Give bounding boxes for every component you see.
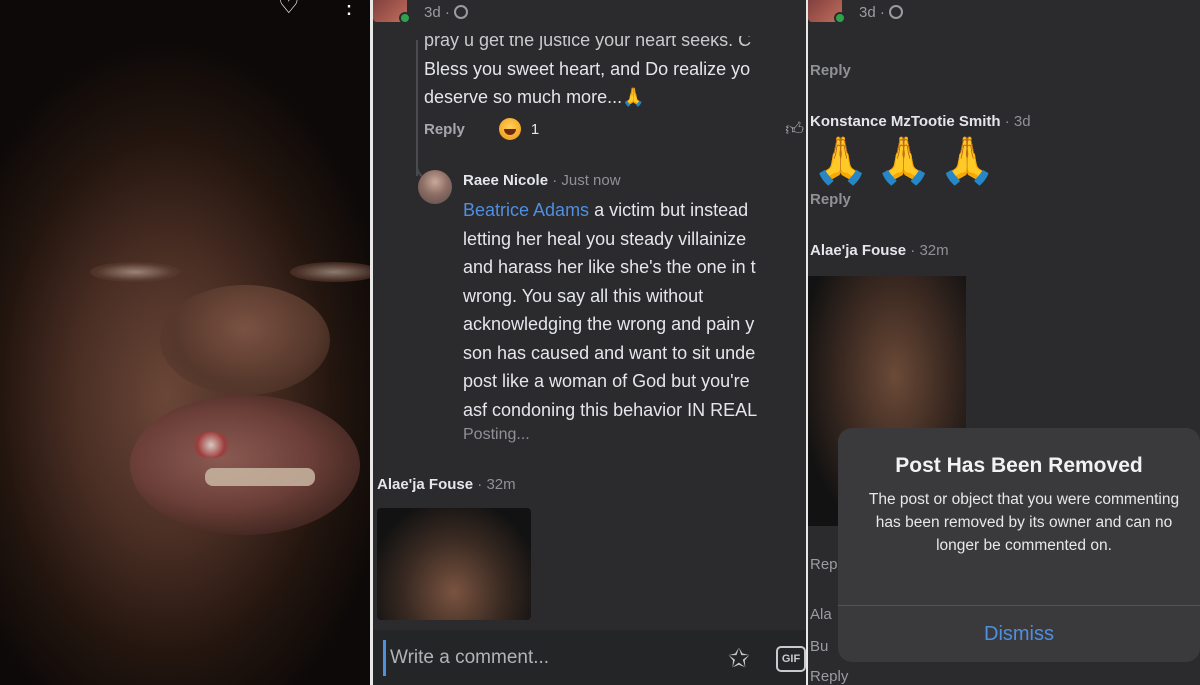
post-time: 3d · [424,3,450,21]
text-fragment: Bu [810,638,829,655]
text-fragment: Reply [810,668,849,685]
comment-text-cut: pray u get the justice your heart seeks.… [424,30,752,50]
laugh-reaction-icon[interactable] [498,118,521,140]
like-icon[interactable]: 👍︎ [785,118,804,140]
comment-text-line: and harass her like she's the one in t [463,257,756,277]
comment-actions: Reply 1 [424,118,539,140]
post-meta: 3d · [808,0,903,24]
comment-author[interactable]: Alae'ja Fouse [810,242,906,259]
post-meta: 3d · [373,0,468,24]
post-time: 3d · [859,3,885,21]
comments-panel: 3d · pray u get the justice your heart s… [373,0,806,685]
comment-text-line: asf condoning this behavior IN REAL [463,399,758,420]
comment-text-line: wrong. You say all this without [463,285,704,306]
reply-button[interactable]: Reply [424,121,465,138]
comment-time: · 32m [473,476,516,493]
comment-header: Alae'ja Fouse · 32m [377,476,516,493]
sticker-icon[interactable]: ✩ [728,643,750,674]
heart-icon[interactable]: ♡ [278,0,304,18]
photo-teeth [205,468,315,486]
comment-header: Konstance MzTootie Smith · 3d [810,113,1031,130]
comment-image[interactable] [377,508,531,620]
reaction-count: 1 [530,120,540,138]
comment-author[interactable]: Konstance MzTootie Smith [810,113,1001,130]
photo-lip [130,395,360,535]
comment-text-line: a victim but instead [589,200,749,220]
photo-nose [160,285,330,395]
dialog-message: The post or object that you were comment… [868,491,1180,554]
comment-header: Alae'ja Fouse · 32m [810,242,949,259]
text-fragment: Ala [810,606,832,623]
more-options-icon[interactable]: ⋮ [338,0,360,17]
avatar[interactable] [373,0,411,24]
comment-time: · 3d [1000,113,1031,130]
photo-eye-right [290,262,370,282]
photo-lip-wound [190,432,232,458]
online-status-dot [834,12,846,24]
comment-text-line: letting her heal you steady villainize [463,228,747,249]
comment-text: 🙏🙏🙏 [812,134,1002,186]
comment-composer: ✩ GIF [373,630,806,685]
online-status-dot [399,12,411,24]
photo-eye-left [90,262,180,282]
comment-author[interactable]: Alae'ja Fouse [377,476,473,493]
comment-text-line: deserve so much more...🙏 [424,87,645,107]
posting-status: Posting... [463,426,530,443]
avatar[interactable] [808,0,846,24]
removed-panel: 3d · Reply Konstance MzTootie Smith · 3d… [808,0,1200,685]
comment-text-line: acknowledging the wrong and pain y [463,314,755,334]
comment-time: · 32m [906,242,949,259]
avatar[interactable] [418,170,452,204]
comment-time: · Just now [548,172,621,189]
comment-text-line: Bless you sweet heart, and Do realize yo [424,59,751,79]
dialog-title: Post Has Been Removed [895,454,1143,477]
comment-text-line: post like a woman of God but you're [463,371,750,391]
mention-link[interactable]: Beatrice Adams [463,200,589,220]
reply-button[interactable]: Reply [810,62,851,79]
text-fragment: Rep [810,556,838,573]
post-removed-dialog: Post Has Been Removed The post or object… [838,428,1200,662]
comment-body: Beatrice Adams a victim but instead lett… [463,196,757,424]
dismiss-button[interactable]: Dismiss [838,606,1200,662]
gif-button[interactable]: GIF [776,646,806,672]
reply-button[interactable]: Reply [810,191,851,208]
photo-panel: ♡ ⋮ [0,0,370,685]
globe-icon [888,5,903,19]
comment-text-line: son has caused and want to sit unde [463,342,756,363]
comment-author[interactable]: Raee Nicole [463,172,548,189]
globe-icon [453,5,468,19]
comment-input[interactable] [383,640,723,676]
